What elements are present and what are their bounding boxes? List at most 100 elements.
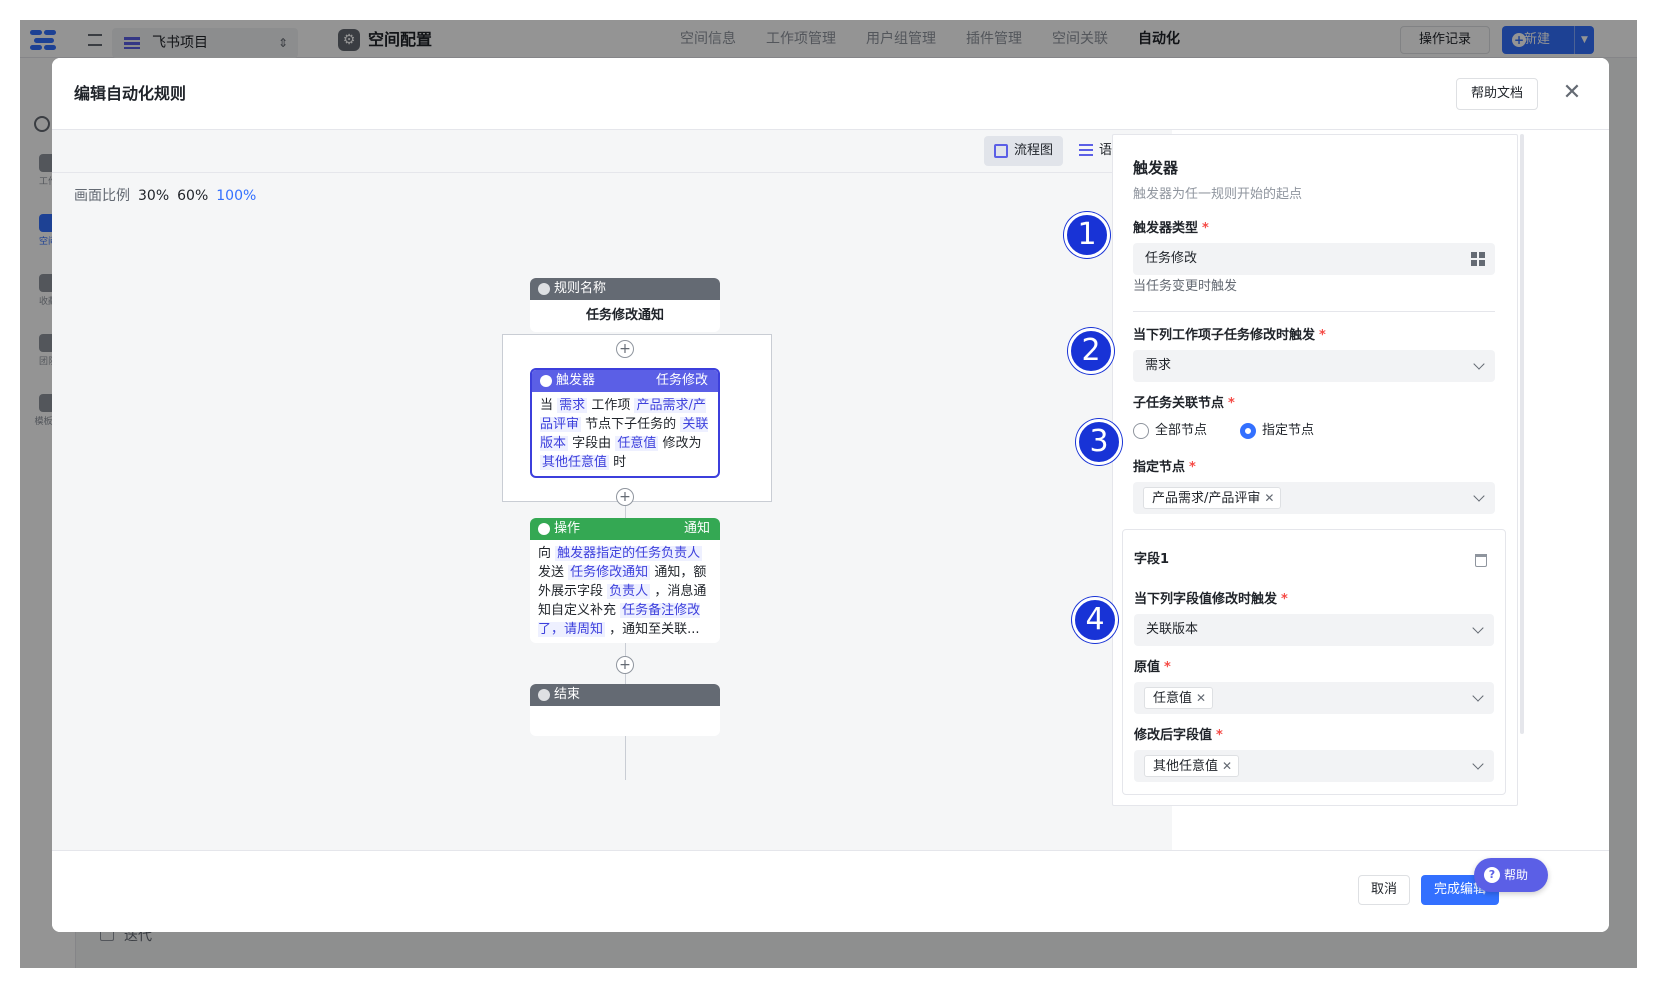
zoom-label: 画面比例: [74, 188, 130, 204]
chevron-down-icon: [1472, 622, 1484, 634]
workitem-select[interactable]: 需求: [1133, 350, 1495, 382]
trigger-text: 修改为: [662, 436, 702, 451]
label-text: 指定节点: [1133, 460, 1186, 475]
chevron-down-icon: [1473, 358, 1485, 370]
callout-badge-4: 4: [1072, 597, 1118, 643]
flow-canvas: 流程图 语义化 画面比例 30% 60% 100% 规则名称 任务修改通知 +: [52, 130, 1172, 850]
callout-badge-3: 3: [1076, 419, 1122, 465]
specified-node-label: 指定节点 *: [1133, 458, 1196, 478]
required-mark: *: [1216, 728, 1223, 743]
panel-description: 触发器为任一规则开始的起点: [1133, 187, 1303, 202]
view-flow-button[interactable]: 流程图: [984, 136, 1064, 166]
edit-automation-modal: 编辑自动化规则 帮助文档 ✕ 流程图 语义化 画面比例 30% 60% 100%: [52, 58, 1609, 932]
trigger-text: 时: [613, 455, 627, 470]
modal-title: 编辑自动化规则: [74, 84, 187, 103]
required-mark: *: [1319, 328, 1326, 343]
old-value-label: 原值 *: [1134, 658, 1171, 678]
operation-node-type: 通知: [683, 521, 710, 536]
panel-scrollbar[interactable]: [1520, 134, 1524, 734]
trigger-config-panel: 触发器 触发器为任一规则开始的起点 触发器类型 * 任务修改 当任务变更时触发 当…: [1112, 134, 1518, 806]
trigger-type-label: 触发器类型 *: [1133, 219, 1209, 239]
panel-divider: [1133, 311, 1495, 312]
tag-label: 产品需求/产品评审: [1152, 491, 1261, 506]
list-icon: [1079, 144, 1094, 158]
trigger-workitem-chip: 需求: [557, 398, 588, 413]
label-text: 触发器类型: [1133, 221, 1199, 236]
add-node-button[interactable]: +: [616, 488, 634, 506]
trigger-old-value-chip: 任意值: [615, 436, 659, 451]
cancel-button[interactable]: 取消: [1358, 875, 1410, 905]
grid-icon[interactable]: [1471, 252, 1485, 266]
radio-unchecked-icon: [1133, 423, 1149, 439]
label-text: 修改后字段值: [1134, 728, 1213, 743]
select-value: 关联版本: [1146, 622, 1199, 637]
new-value-label: 修改后字段值 *: [1134, 726, 1223, 746]
add-node-button[interactable]: +: [616, 656, 634, 674]
operation-node-header: 操作 通知: [530, 518, 720, 540]
new-value-select[interactable]: 其他任意值 ✕: [1134, 750, 1494, 782]
radio-all-nodes[interactable]: 全部节点: [1133, 422, 1207, 440]
required-mark: *: [1281, 592, 1288, 607]
label-text: 子任务关联节点: [1133, 396, 1225, 411]
end-node-header: 结束: [530, 684, 720, 706]
label-text: 原值: [1134, 660, 1161, 675]
trash-icon[interactable]: [1475, 554, 1487, 567]
zoom-control: 画面比例 30% 60% 100%: [74, 186, 256, 206]
zoom-option-60[interactable]: 60%: [177, 186, 208, 206]
rule-name-value: 任务修改通知: [585, 308, 664, 323]
selected-tag: 产品需求/产品评审 ✕: [1143, 487, 1282, 509]
chevron-down-icon: [1473, 490, 1485, 502]
operation-node-title: 操作: [554, 521, 581, 536]
trigger-text: 节点下子任务的: [585, 417, 677, 432]
trigger-text: 字段由: [572, 436, 612, 451]
chevron-down-icon: [1472, 690, 1484, 702]
end-node[interactable]: 结束: [530, 684, 720, 736]
help-float-button[interactable]: ? 帮助: [1474, 858, 1548, 892]
old-value-select[interactable]: 任意值 ✕: [1134, 682, 1494, 714]
label-text: 当下列字段值修改时触发: [1134, 592, 1278, 607]
play-icon: [538, 283, 550, 295]
end-node-title: 结束: [554, 687, 581, 702]
selected-tag: 其他任意值 ✕: [1144, 755, 1240, 777]
add-node-button[interactable]: +: [616, 340, 634, 358]
label-text: 当下列工作项子任务修改时触发: [1133, 328, 1316, 343]
operation-notice-chip: 任务修改通知: [568, 565, 651, 580]
flowchart-icon: [994, 144, 1008, 158]
tag-close-icon[interactable]: ✕: [1196, 691, 1206, 705]
zoom-option-100[interactable]: 100%: [216, 186, 256, 206]
select-value: 任务修改: [1145, 251, 1198, 266]
canvas-divider: [52, 172, 1172, 173]
tag-close-icon[interactable]: ✕: [1264, 491, 1274, 505]
selected-tag: 任意值 ✕: [1144, 687, 1214, 709]
help-icon: ?: [1484, 867, 1500, 883]
panel-title: 触发器: [1133, 159, 1179, 177]
tag-label: 任意值: [1153, 691, 1193, 706]
tag-label: 其他任意值: [1153, 759, 1219, 774]
radio-label: 指定节点: [1262, 423, 1315, 438]
rule-name-node-header: 规则名称: [530, 278, 720, 300]
trigger-text: 工作项: [591, 398, 631, 413]
field-select[interactable]: 关联版本: [1134, 614, 1494, 646]
trigger-node[interactable]: 触发器 任务修改 当 需求 工作项 产品需求/产品评审 节点下子任务的 关联版本…: [530, 368, 720, 478]
callout-badge-2: 2: [1068, 328, 1114, 374]
rule-name-node[interactable]: 规则名称 任务修改通知: [530, 278, 720, 332]
trigger-text: 当: [540, 398, 554, 413]
modal-header: 编辑自动化规则 帮助文档 ✕: [52, 58, 1609, 130]
close-icon[interactable]: ✕: [1556, 78, 1588, 110]
field-card-title: 字段1: [1134, 552, 1170, 567]
help-doc-button[interactable]: 帮助文档: [1456, 78, 1538, 110]
specified-node-select[interactable]: 产品需求/产品评审 ✕: [1133, 482, 1495, 514]
trigger-new-value-chip: 其他任意值: [540, 455, 610, 470]
radio-specified-nodes[interactable]: 指定节点: [1240, 422, 1314, 440]
trigger-node-type: 任务修改: [655, 373, 708, 388]
operation-node[interactable]: 操作 通知 向 触发器指定的任务负责人 发送 任务修改通知 通知，额外展示字段 …: [530, 518, 720, 643]
trigger-type-select[interactable]: 任务修改: [1133, 243, 1495, 275]
select-value: 需求: [1145, 358, 1172, 373]
zoom-option-30[interactable]: 30%: [138, 186, 169, 206]
node-scope-label: 子任务关联节点 *: [1133, 394, 1235, 414]
workitem-label: 当下列工作项子任务修改时触发 *: [1133, 326, 1326, 346]
tag-close-icon[interactable]: ✕: [1222, 759, 1232, 773]
radio-label: 全部节点: [1155, 423, 1208, 438]
operation-field-chip: 负责人: [607, 584, 651, 599]
stop-icon: [538, 689, 550, 701]
